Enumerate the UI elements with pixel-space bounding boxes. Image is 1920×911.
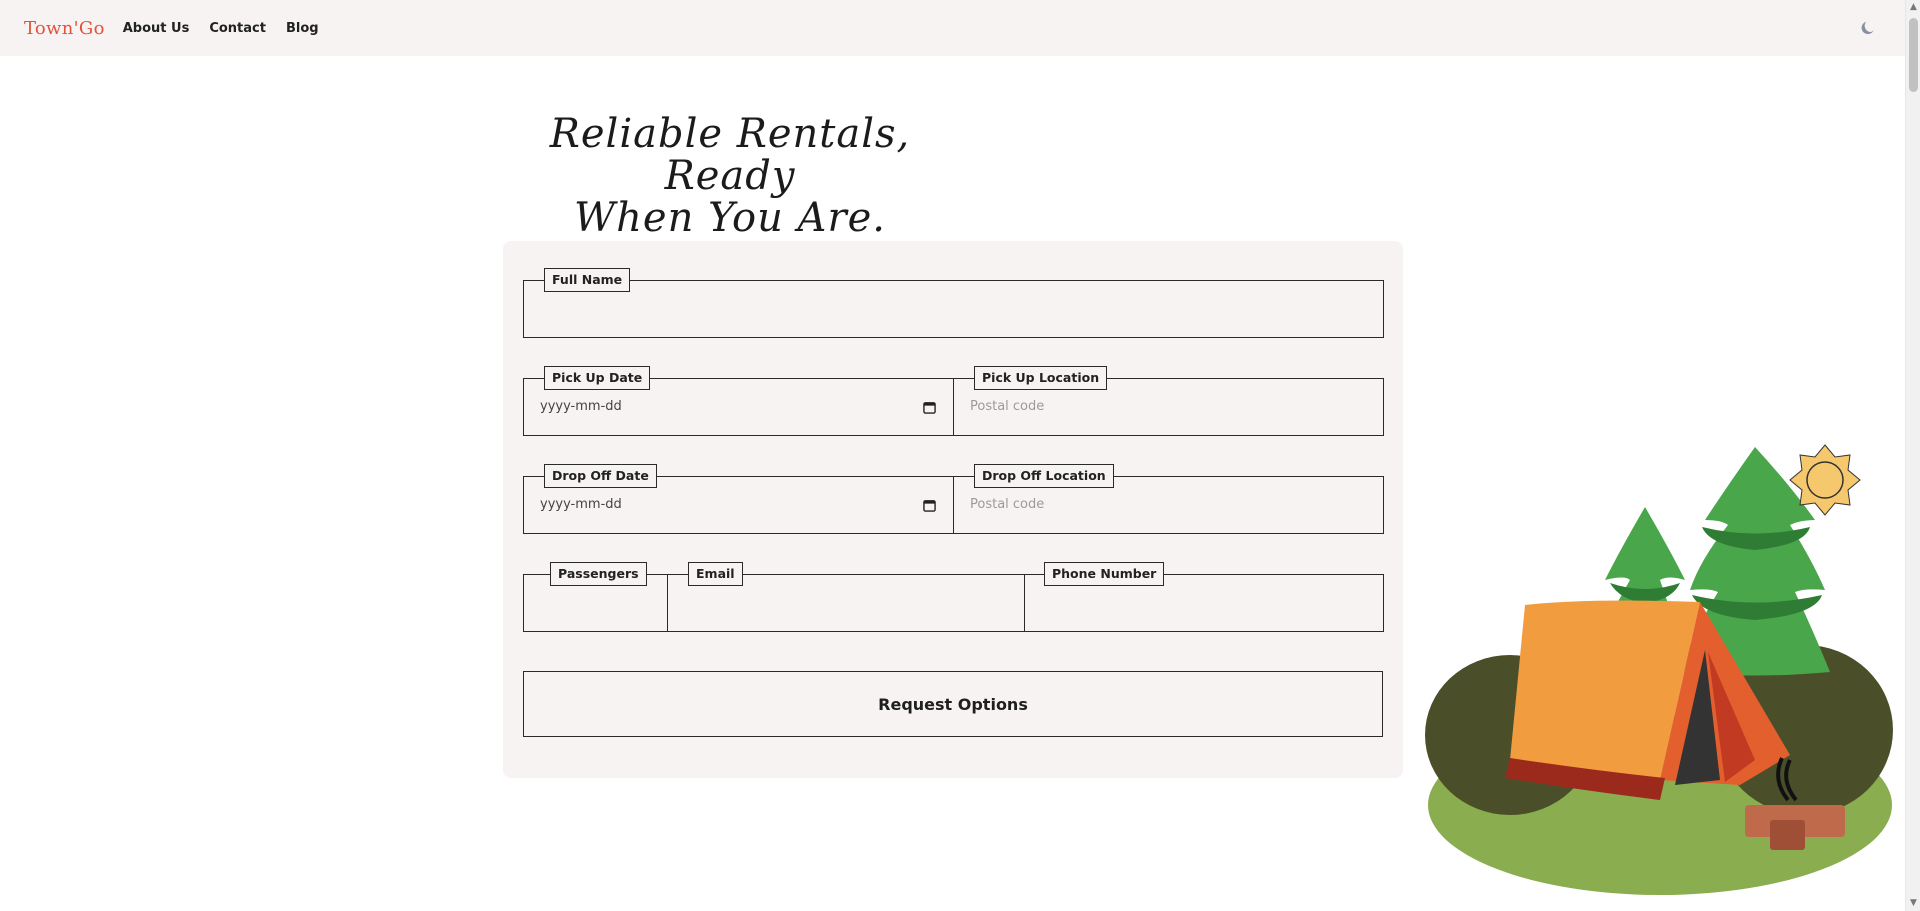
page-scrollbar[interactable]: ▲ ▼ bbox=[1905, 0, 1920, 911]
pickup-location-input[interactable]: Postal code bbox=[970, 399, 1044, 414]
hero-headline: Reliable Rentals, Ready When You Are. bbox=[505, 113, 955, 239]
full-name-input[interactable] bbox=[524, 281, 1383, 337]
scroll-down-arrow-icon[interactable]: ▼ bbox=[1906, 896, 1920, 911]
scroll-thumb[interactable] bbox=[1909, 18, 1918, 92]
scroll-up-arrow-icon[interactable]: ▲ bbox=[1906, 0, 1920, 15]
nav-link-contact[interactable]: Contact bbox=[209, 21, 266, 36]
dropoff-date-label: Drop Off Date bbox=[544, 464, 657, 488]
pickup-date-input[interactable]: yyyy-mm-dd bbox=[540, 399, 622, 414]
pickup-date-field[interactable]: Pick Up Date yyyy-mm-dd bbox=[523, 366, 954, 436]
dropoff-date-input[interactable]: yyyy-mm-dd bbox=[540, 497, 622, 512]
phone-number-input[interactable] bbox=[1025, 575, 1383, 631]
moon-icon[interactable] bbox=[1859, 19, 1877, 37]
request-options-button[interactable]: Request Options bbox=[523, 671, 1383, 737]
full-name-field[interactable]: Full Name bbox=[523, 268, 1384, 338]
email-input[interactable] bbox=[668, 575, 1024, 631]
rental-request-form: Full Name Pick Up Date yyyy-mm-dd Pick U… bbox=[503, 241, 1403, 778]
nav-link-about-us[interactable]: About Us bbox=[123, 21, 190, 36]
brand-logo[interactable]: Town'Go bbox=[24, 18, 105, 39]
passengers-field[interactable]: Passengers bbox=[523, 562, 668, 632]
dropoff-date-field[interactable]: Drop Off Date yyyy-mm-dd bbox=[523, 464, 954, 534]
camping-tent-illustration bbox=[1425, 444, 1893, 895]
headline-line-1: Reliable Rentals, Ready bbox=[549, 111, 911, 199]
nav-links: About Us Contact Blog bbox=[123, 21, 319, 36]
pickup-date-label: Pick Up Date bbox=[544, 366, 651, 390]
phone-number-field[interactable]: Phone Number bbox=[1024, 562, 1384, 632]
sun-icon bbox=[1789, 444, 1861, 516]
dropoff-location-field[interactable]: Drop Off Location Postal code bbox=[953, 464, 1384, 534]
headline-line-2: When You Are. bbox=[574, 195, 886, 241]
passengers-input[interactable] bbox=[524, 575, 667, 631]
pickup-location-label: Pick Up Location bbox=[974, 366, 1108, 390]
calendar-icon[interactable] bbox=[923, 499, 936, 512]
nav-link-blog[interactable]: Blog bbox=[286, 21, 319, 36]
pickup-location-field[interactable]: Pick Up Location Postal code bbox=[953, 366, 1384, 436]
calendar-icon[interactable] bbox=[923, 401, 936, 414]
email-field[interactable]: Email bbox=[667, 562, 1025, 632]
top-navbar: Town'Go About Us Contact Blog bbox=[0, 0, 1905, 56]
dropoff-location-label: Drop Off Location bbox=[974, 464, 1114, 488]
dropoff-location-input[interactable]: Postal code bbox=[970, 497, 1044, 512]
